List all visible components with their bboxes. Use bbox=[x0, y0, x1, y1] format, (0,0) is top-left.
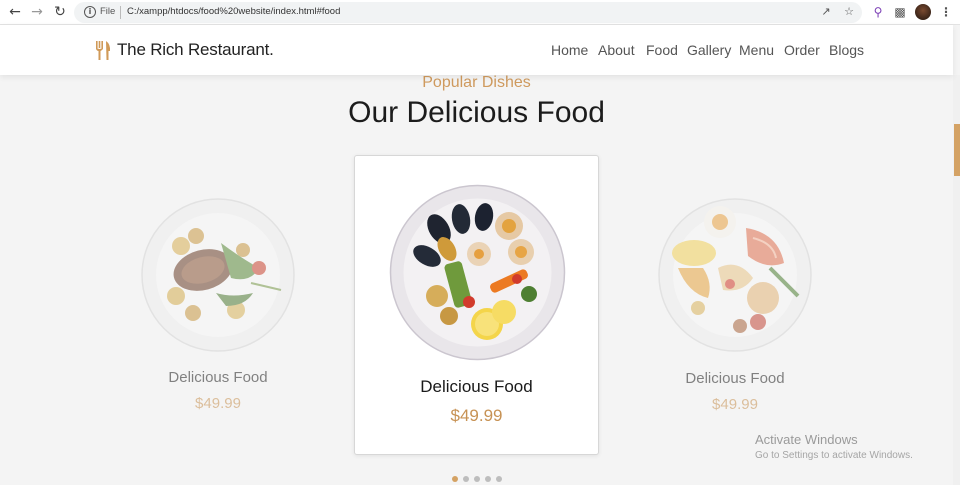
address-bar[interactable]: i File C:/xampp/htdocs/food%20website/in… bbox=[74, 2, 862, 23]
food-name: Delicious Food bbox=[168, 369, 268, 386]
search-extension-icon[interactable]: ⚲ bbox=[870, 4, 886, 20]
file-label: File bbox=[100, 6, 116, 17]
nav-about[interactable]: About bbox=[598, 42, 635, 58]
nav-menu[interactable]: Menu bbox=[739, 42, 774, 58]
food-name: Delicious Food bbox=[420, 377, 533, 396]
share-icon[interactable]: ↗ bbox=[819, 5, 833, 19]
food-price: $49.99 bbox=[712, 396, 758, 413]
food-price: $49.99 bbox=[195, 395, 241, 412]
puzzle-icon[interactable]: ▩ bbox=[892, 4, 908, 20]
star-icon[interactable]: ☆ bbox=[842, 5, 856, 19]
pagination-dot[interactable] bbox=[474, 476, 480, 482]
section-subtitle: Popular Dishes bbox=[422, 74, 531, 91]
utensils-icon bbox=[96, 41, 111, 60]
nav-home[interactable]: Home bbox=[551, 42, 588, 58]
pagination-dot[interactable] bbox=[485, 476, 491, 482]
reload-icon[interactable]: ↻ bbox=[51, 3, 69, 21]
food-image-seafood bbox=[389, 184, 566, 361]
back-icon[interactable]: ← bbox=[6, 3, 24, 21]
food-card-right[interactable]: Delicious Food $49.99 bbox=[625, 180, 845, 440]
browser-toolbar: ← → ↻ i File C:/xampp/htdocs/food%20webs… bbox=[0, 0, 960, 25]
forward-icon[interactable]: → bbox=[28, 3, 46, 21]
pagination-dot[interactable] bbox=[496, 476, 502, 482]
activate-windows-subtitle: Go to Settings to activate Windows. bbox=[755, 450, 913, 461]
menu-kebab-icon[interactable]: ⋮ bbox=[938, 4, 954, 20]
nav-food[interactable]: Food bbox=[646, 42, 678, 58]
activate-windows-title: Activate Windows bbox=[755, 432, 858, 447]
pagination-dot[interactable] bbox=[463, 476, 469, 482]
brand-name[interactable]: The Rich Restaurant. bbox=[117, 40, 274, 60]
section-title: Our Delicious Food bbox=[348, 96, 605, 129]
url-text[interactable]: C:/xampp/htdocs/food%20website/index.htm… bbox=[127, 6, 340, 17]
carousel-pagination bbox=[450, 476, 506, 484]
food-card-left[interactable]: Delicious Food $49.99 bbox=[108, 180, 328, 440]
scrollbar-thumb[interactable] bbox=[954, 124, 960, 176]
food-card-active[interactable]: Delicious Food $49.99 bbox=[354, 155, 599, 455]
nav-gallery[interactable]: Gallery bbox=[687, 42, 731, 58]
info-icon[interactable]: i bbox=[84, 6, 96, 18]
address-divider bbox=[120, 6, 121, 19]
pagination-dot[interactable] bbox=[452, 476, 458, 482]
food-image-salmon bbox=[658, 198, 812, 352]
food-image-steak bbox=[141, 198, 295, 352]
site-header: The Rich Restaurant. Home About Food Gal… bbox=[0, 25, 953, 75]
profile-avatar[interactable] bbox=[915, 4, 931, 20]
food-price: $49.99 bbox=[450, 406, 503, 425]
food-name: Delicious Food bbox=[685, 370, 785, 387]
nav-blogs[interactable]: Blogs bbox=[829, 42, 864, 58]
nav-order[interactable]: Order bbox=[784, 42, 820, 58]
